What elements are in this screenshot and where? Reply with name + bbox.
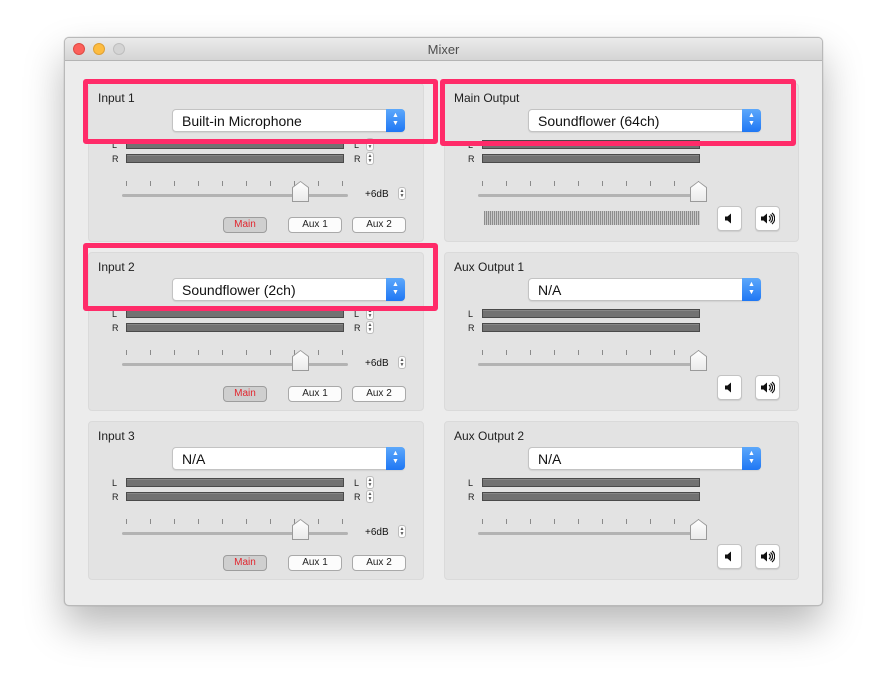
gain-readout: +6dB bbox=[365, 527, 389, 538]
aux-output-2-panel: Aux Output 2 N/A ▲ ▼ L R bbox=[444, 421, 799, 580]
right-level-meter bbox=[482, 154, 700, 163]
right-level-meter bbox=[482, 323, 700, 332]
volume-ticks bbox=[482, 350, 702, 356]
volume-button[interactable] bbox=[755, 544, 780, 569]
gain-ticks bbox=[126, 519, 346, 525]
panel-label: Aux Output 1 bbox=[454, 260, 525, 274]
gain-stepper[interactable]: ▲ ▼ bbox=[398, 525, 406, 538]
window-title: Mixer bbox=[427, 42, 460, 57]
route-aux-2-button[interactable]: Aux 2 bbox=[352, 555, 406, 571]
input-3-panel: Input 3 N/A ▲ ▼ L R L R ▲ ▼ ▲ ▼ +6dB ▲ ▼ Mai… bbox=[88, 421, 424, 580]
mute-button[interactable] bbox=[717, 375, 742, 400]
channel-label-l: L bbox=[112, 478, 118, 488]
channel-label-r: R bbox=[468, 154, 475, 164]
input-3-device-select[interactable]: N/A ▲ ▼ bbox=[172, 447, 405, 470]
volume-slider-track[interactable] bbox=[478, 532, 704, 535]
highlight-input-2 bbox=[83, 243, 438, 311]
mute-button[interactable] bbox=[717, 544, 742, 569]
route-aux-2-button[interactable]: Aux 2 bbox=[352, 386, 406, 402]
right-level-meter bbox=[126, 323, 344, 332]
channel-label-r: R bbox=[468, 492, 475, 502]
volume-ticks bbox=[482, 181, 702, 187]
speaker-volume-icon bbox=[761, 212, 775, 225]
volume-slider-track[interactable] bbox=[478, 363, 704, 366]
speaker-mute-icon bbox=[725, 551, 731, 562]
right-level-meter bbox=[126, 492, 344, 501]
select-value: N/A bbox=[538, 451, 562, 467]
channel-label-l: L bbox=[354, 478, 360, 488]
route-main-button[interactable]: Main bbox=[223, 217, 267, 233]
gain-slider-track[interactable] bbox=[122, 363, 348, 366]
gain-ticks bbox=[126, 350, 346, 356]
aux-output-1-panel: Aux Output 1 N/A ▲ ▼ L R bbox=[444, 252, 799, 411]
title-bar[interactable]: Mixer bbox=[65, 38, 822, 61]
channel-label-r: R bbox=[112, 323, 119, 333]
gain-readout: +6dB bbox=[365, 189, 389, 200]
speaker-mute-icon bbox=[725, 213, 731, 224]
gain-stepper[interactable]: ▲ ▼ bbox=[398, 356, 406, 369]
up-down-chevron-icon: ▲ ▼ bbox=[742, 278, 761, 301]
panel-label: Aux Output 2 bbox=[454, 429, 525, 443]
route-aux-1-button[interactable]: Aux 1 bbox=[288, 386, 342, 402]
gain-ticks bbox=[126, 181, 346, 187]
left-channel-stepper[interactable]: ▲ ▼ bbox=[366, 476, 374, 489]
up-down-chevron-icon: ▲ ▼ bbox=[386, 447, 405, 470]
gain-stepper[interactable]: ▲ ▼ bbox=[398, 187, 406, 200]
right-level-meter bbox=[482, 492, 700, 501]
gain-slider-track[interactable] bbox=[122, 194, 348, 197]
right-channel-stepper[interactable]: ▲ ▼ bbox=[366, 490, 374, 503]
channel-label-r: R bbox=[112, 492, 119, 502]
right-channel-stepper[interactable]: ▲ ▼ bbox=[366, 321, 374, 334]
volume-button[interactable] bbox=[755, 375, 780, 400]
route-main-button[interactable]: Main bbox=[223, 386, 267, 402]
aux-output-1-device-select[interactable]: N/A ▲ ▼ bbox=[528, 278, 761, 301]
channel-label-r: R bbox=[112, 154, 119, 164]
speaker-volume-icon bbox=[761, 381, 775, 394]
channel-label-l: L bbox=[468, 478, 474, 488]
speaker-volume-icon bbox=[761, 550, 775, 563]
up-down-chevron-icon: ▲ ▼ bbox=[742, 447, 761, 470]
speaker-mute-icon bbox=[725, 382, 731, 393]
highlight-input-1 bbox=[83, 79, 438, 144]
channel-label-l: L bbox=[468, 309, 474, 319]
route-aux-1-button[interactable]: Aux 1 bbox=[288, 217, 342, 233]
volume-slider-track[interactable] bbox=[478, 194, 704, 197]
select-value: N/A bbox=[182, 451, 206, 467]
volume-button[interactable] bbox=[755, 206, 780, 231]
channel-label-r: R bbox=[354, 154, 361, 164]
left-level-meter bbox=[482, 309, 700, 318]
left-level-meter bbox=[126, 478, 344, 487]
gain-slider-track[interactable] bbox=[122, 532, 348, 535]
volume-ticks bbox=[482, 519, 702, 525]
panel-label: Input 3 bbox=[98, 429, 135, 443]
right-level-meter bbox=[126, 154, 344, 163]
channel-label-r: R bbox=[468, 323, 475, 333]
channel-label-r: R bbox=[354, 323, 361, 333]
route-main-button[interactable]: Main bbox=[223, 555, 267, 571]
right-channel-stepper[interactable]: ▲ ▼ bbox=[366, 152, 374, 165]
select-value: N/A bbox=[538, 282, 562, 298]
left-level-meter bbox=[482, 478, 700, 487]
route-aux-1-button[interactable]: Aux 1 bbox=[288, 555, 342, 571]
gain-readout: +6dB bbox=[365, 358, 389, 369]
mute-button[interactable] bbox=[717, 206, 742, 231]
aux-output-2-device-select[interactable]: N/A ▲ ▼ bbox=[528, 447, 761, 470]
channel-label-r: R bbox=[354, 492, 361, 502]
highlight-main-output bbox=[440, 79, 796, 146]
route-aux-2-button[interactable]: Aux 2 bbox=[352, 217, 406, 233]
output-activity-bar bbox=[484, 211, 700, 225]
